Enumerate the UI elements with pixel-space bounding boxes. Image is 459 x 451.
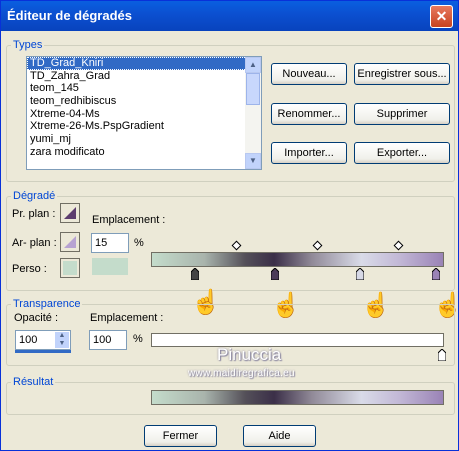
delete-button[interactable]: Supprimer <box>354 103 450 125</box>
gradient-list-item[interactable]: teom_redhibiscus <box>27 95 261 108</box>
transparency-location-percent: % <box>133 333 143 345</box>
location-percent: % <box>134 237 144 249</box>
gradient-list-item[interactable]: Xtreme-04-Ms <box>27 108 261 121</box>
scroll-up-icon[interactable]: ▲ <box>245 57 261 73</box>
result-preview <box>151 390 444 405</box>
opacity-label: Opacité : <box>14 312 59 324</box>
custom-label: Perso : <box>12 263 47 275</box>
gradient-list-item[interactable]: yumi_mj <box>27 133 261 146</box>
transparency-location-input[interactable]: 100 <box>89 330 127 350</box>
title-bar[interactable]: Éditeur de dégradés ✕ <box>1 1 458 31</box>
gradient-list-item[interactable]: TD_Zahra_Grad <box>27 70 261 83</box>
spin-arrows-icon[interactable]: ▲ ▼ <box>55 332 69 348</box>
gradient-list-items: TD_Grad_Kniri TD_Zahra_Grad teom_145 teom_r… <box>27 57 261 159</box>
result-legend: Résultat <box>13 376 54 388</box>
color-stop-marker[interactable] <box>191 268 199 280</box>
gradient-list-item[interactable]: Xtreme-26-Ms.PspGradient <box>27 120 261 133</box>
new-button[interactable]: Nouveau... <box>271 63 347 85</box>
watermark-name: Pinuccia <box>217 345 282 364</box>
gradient-list[interactable]: TD_Grad_Kniri TD_Zahra_Grad teom_145 teom_r… <box>26 56 262 170</box>
background-swatch[interactable] <box>60 232 80 252</box>
close-button[interactable]: Fermer <box>144 425 217 447</box>
scroll-down-icon[interactable]: ▼ <box>245 153 261 169</box>
gradient-legend: Dégradé <box>13 190 56 202</box>
foreground-color-icon <box>64 207 76 219</box>
opacity-stop-marker[interactable] <box>438 349 446 361</box>
export-button[interactable]: Exporter... <box>354 142 450 164</box>
help-button[interactable]: Aide <box>243 425 316 447</box>
custom-swatch[interactable] <box>60 258 80 278</box>
opacity-stepper[interactable]: 100 ▲ ▼ <box>15 330 71 350</box>
list-scrollbar[interactable]: ▲ ▼ <box>245 57 261 169</box>
rename-button[interactable]: Renommer... <box>271 103 347 125</box>
color-stop-marker[interactable] <box>356 268 364 280</box>
opacity-slider-track[interactable] <box>15 350 71 353</box>
foreground-label: Pr. plan : <box>12 208 56 220</box>
location-label: Emplacement : <box>92 214 166 226</box>
gradient-list-item[interactable]: zara modificato <box>27 146 261 159</box>
background-label: Ar- plan : <box>12 237 57 249</box>
save-as-button[interactable]: Enregistrer sous... <box>354 63 450 85</box>
gradient-list-item[interactable]: teom_145 <box>27 82 261 95</box>
transparency-bar[interactable] <box>151 333 444 347</box>
transparency-location-label: Emplacement : <box>90 312 164 324</box>
custom-color-preview <box>92 258 128 275</box>
gradient-editor-window: Éditeur de dégradés ✕ Types TD_Grad_Knir… <box>0 0 459 451</box>
gradient-bar[interactable] <box>151 252 444 267</box>
custom-color-fill <box>63 261 77 275</box>
scroll-thumb[interactable] <box>246 73 260 105</box>
window-title: Éditeur de dégradés <box>7 8 132 23</box>
transparency-legend: Transparence <box>13 298 81 310</box>
gradient-list-item[interactable]: TD_Grad_Kniri <box>27 57 261 70</box>
close-window-button[interactable]: ✕ <box>430 5 453 28</box>
background-color-icon <box>64 236 76 248</box>
import-button[interactable]: Importer... <box>271 142 347 164</box>
color-stop-marker[interactable] <box>432 268 440 280</box>
color-stop-marker[interactable] <box>271 268 279 280</box>
types-legend: Types <box>13 39 43 51</box>
opacity-value: 100 <box>19 334 38 346</box>
foreground-swatch[interactable] <box>60 203 80 223</box>
location-input[interactable]: 15 <box>91 233 129 253</box>
